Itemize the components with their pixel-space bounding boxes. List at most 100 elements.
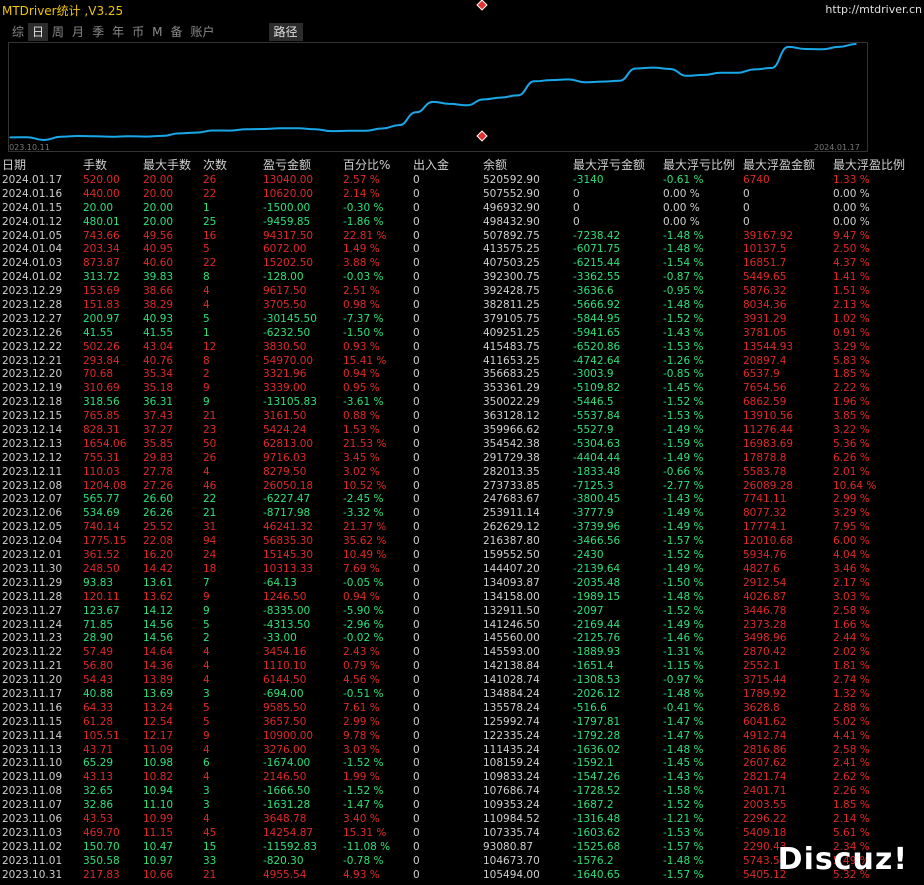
table-row[interactable]: 2023.11.24 71.85 14.56 5 -4313.50 -2.96 % 0 141… [0,618,924,632]
cell: 40.88 [83,687,114,700]
table-row[interactable]: 2023.11.13 43.71 11.09 4 3276.00 3.03 % 0 11143… [0,743,924,757]
table-row[interactable]: 2023.12.06 534.69 26.26 21 -8717.98 -3.32 % 0 2… [0,506,924,520]
table-row[interactable]: 2023.12.05 740.14 25.52 31 46241.32 21.37 % 0 2… [0,520,924,534]
cell: -1.52 % [343,757,384,770]
equity-point-17 [296,127,299,129]
header-10[interactable]: 最大浮盈金额 [743,157,833,173]
cell: -64.13 [263,576,297,589]
table-row[interactable]: 2023.11.15 61.28 12.54 5 3657.50 2.99 % 0 12599… [0,715,924,729]
table-row[interactable]: 2023.12.01 361.52 16.20 24 15145.30 10.49 % 0 1… [0,548,924,562]
table-row[interactable]: 2024.01.02 313.72 39.83 8 -128.00 -0.03 % 0 392… [0,270,924,284]
table-row[interactable]: 2023.12.12 755.31 29.83 26 9716.03 3.45 % 0 291… [0,451,924,465]
table-row[interactable]: 2023.11.14 105.51 12.17 9 10900.00 9.78 % 0 122… [0,729,924,743]
header-3[interactable]: 次数 [203,157,263,173]
table-row[interactable]: 2023.11.27 123.67 14.12 9 -8335.00 -5.90 % 0 13… [0,604,924,618]
table-row[interactable]: 2023.11.22 57.49 14.64 4 3454.16 2.43 % 0 14559… [0,645,924,659]
table-row[interactable]: 2023.11.29 93.83 13.61 7 -64.13 -0.05 % 0 13409… [0,576,924,590]
table-row[interactable]: 2023.12.14 828.31 37.27 23 5424.24 1.53 % 0 359… [0,423,924,437]
header-2[interactable]: 最大手数 [143,157,203,173]
tab-2[interactable]: 周 [48,23,68,41]
table-row[interactable]: 2023.11.23 28.90 14.56 2 -33.00 -0.02 % 0 14556… [0,631,924,645]
tab-0[interactable]: 综 [8,23,28,41]
table-row[interactable]: 2023.12.18 318.56 36.31 9 -13105.83 -3.61 % 0 3… [0,395,924,409]
cell: -1.48 % [663,229,704,242]
table-row[interactable]: 2024.01.15 20.00 20.00 1 -1500.00 -0.30 % 0 496… [0,201,924,215]
equity-point-49 [838,46,840,48]
cell: 0 [413,340,420,353]
table-row[interactable]: 2023.12.20 70.68 35.34 2 3321.96 0.94 % 0 35668… [0,367,924,381]
cell: -1.43 % [663,771,704,784]
header-4[interactable]: 盈亏金额 [263,157,343,173]
table-row[interactable]: 2023.11.17 40.88 13.69 3 -694.00 -0.51 % 0 1348… [0,687,924,701]
tab-4[interactable]: 季 [88,23,108,41]
cell: -5446.5 [573,396,614,409]
tab-9[interactable]: 账户 [186,23,218,41]
table-row[interactable]: 2023.12.08 1204.08 27.26 46 26050.18 10.52 % 0… [0,479,924,493]
tab-1[interactable]: 日 [28,23,49,41]
cell: 145593.00 [483,646,540,659]
table-row[interactable]: 2023.11.08 32.65 10.94 3 -1666.50 -1.52 % 0 107… [0,784,924,798]
cell: 31 [203,521,217,534]
table-row[interactable]: 2023.12.26 41.55 41.55 1 -6232.50 -1.50 % 0 409… [0,326,924,340]
table-row[interactable]: 2023.11.28 120.11 13.62 9 1246.50 0.94 % 0 1341… [0,590,924,604]
cell: 353361.29 [483,382,540,395]
table-row[interactable]: 2023.11.30 248.50 14.42 18 10313.33 7.69 % 0 14… [0,562,924,576]
tab-3[interactable]: 月 [68,23,88,41]
table-row[interactable]: 2024.01.12 480.01 20.00 25 -9459.85 -1.86 % 0 4… [0,215,924,229]
cell: -1636.02 [573,743,621,756]
table-row[interactable]: 2023.11.20 54.43 13.89 4 6144.50 4.56 % 0 14102… [0,673,924,687]
table-row[interactable]: 2023.12.21 293.84 40.76 8 54970.00 15.41 % 0 41… [0,354,924,368]
table-row[interactable]: 2024.01.03 873.87 40.60 22 15202.50 3.88 % 0 40… [0,256,924,270]
cell: 43.71 [83,743,114,756]
tab-7[interactable]: M [148,23,166,41]
table-row[interactable]: 2023.11.06 43.53 10.99 4 3648.78 3.40 % 0 11098… [0,812,924,826]
path-button[interactable]: 路径 [268,23,303,41]
cell: 2023.11.15 [2,715,63,728]
header-5[interactable]: 百分比% [343,157,413,173]
table-row[interactable]: 2023.11.07 32.86 11.10 3 -1631.28 -1.47 % 0 109… [0,798,924,812]
table-row[interactable]: 2023.12.11 110.03 27.78 4 8279.50 3.02 % 0 2820… [0,465,924,479]
table-row[interactable]: 2023.12.15 765.85 37.43 21 3161.50 0.88 % 0 363… [0,409,924,423]
table-row[interactable]: 2023.12.29 153.69 38.66 4 9617.50 2.51 % 0 3924… [0,284,924,298]
cell: 35.85 [143,437,174,450]
header-11[interactable]: 最大浮盈比例 [833,157,913,173]
table-row[interactable]: 2023.12.28 151.83 38.29 4 3705.50 0.98 % 0 3828… [0,298,924,312]
cell: 22.81 % [343,229,387,242]
header-9[interactable]: 最大浮亏比例 [663,157,743,173]
table-row[interactable]: 2023.11.21 56.80 14.36 4 1110.10 0.79 % 0 14213… [0,659,924,673]
cell: 2.51 % [343,285,380,298]
header-8[interactable]: 最大浮亏金额 [573,157,663,173]
table-row[interactable]: 2024.01.17 520.00 20.00 26 13040.00 2.57 % 0 52… [0,173,924,187]
cell: -0.51 % [343,687,384,700]
cell: 11.15 [143,826,174,839]
header-0[interactable]: 日期 [0,157,83,173]
table-row[interactable]: 2023.12.19 310.69 35.18 9 3339.00 0.95 % 0 3533… [0,381,924,395]
cell: 26089.28 [743,479,794,492]
table-row[interactable]: 2023.11.10 65.29 10.98 6 -1674.00 -1.52 % 0 108… [0,756,924,770]
cell: -33.00 [263,632,297,645]
table-row[interactable]: 2023.12.13 1654.06 35.85 50 62813.00 21.53 % 0… [0,437,924,451]
cell: 3321.96 [263,368,307,381]
table-row[interactable]: 2023.11.03 469.70 11.15 45 14254.87 15.31 % 0 1… [0,826,924,840]
cell: 32.65 [83,785,114,798]
header-7[interactable]: 余额 [483,157,573,173]
table-row[interactable]: 2023.11.09 43.13 10.82 4 2146.50 1.99 % 0 10983… [0,770,924,784]
header-6[interactable]: 出入金 [413,157,483,173]
tab-5[interactable]: 年 [108,23,128,41]
tab-6[interactable]: 币 [128,23,148,41]
cell: 27.26 [143,479,174,492]
table-row[interactable]: 2024.01.16 440.00 20.00 22 10620.00 2.14 % 0 50… [0,187,924,201]
table-row[interactable]: 2023.12.27 200.97 40.93 5 -30145.50 -7.37 % 0 3… [0,312,924,326]
cell: 9 [203,590,210,603]
table-row[interactable]: 2024.01.05 743.66 49.56 16 94317.50 22.81 % 0 5… [0,229,924,243]
table-row[interactable]: 2023.12.22 502.26 43.04 12 3830.50 0.93 % 0 415… [0,340,924,354]
table-row[interactable]: 2024.01.04 203.34 40.95 5 6072.00 1.49 % 0 4135… [0,242,924,256]
table-row[interactable]: 2023.12.07 565.77 26.60 22 -6227.47 -2.45 % 0 2… [0,492,924,506]
cell: 141246.50 [483,618,540,631]
equity-point-19 [330,130,333,132]
header-1[interactable]: 手数 [83,157,143,173]
tab-8[interactable]: 备 [166,23,186,41]
table-row[interactable]: 2023.12.04 1775.15 22.08 94 56835.30 35.62 % 0… [0,534,924,548]
site-url-link[interactable]: http://mtdriver.cn [825,3,922,16]
table-row[interactable]: 2023.11.16 64.33 13.24 5 9585.50 7.61 % 0 13557… [0,701,924,715]
